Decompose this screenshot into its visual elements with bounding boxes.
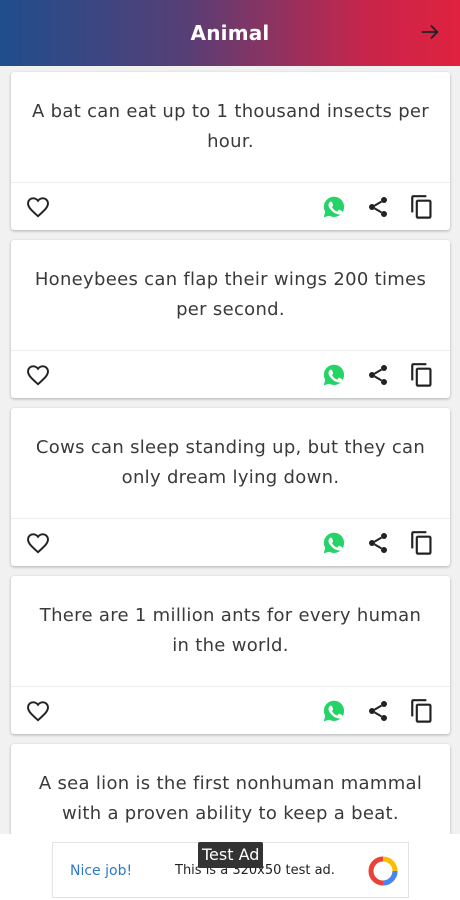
fact-card: Honeybees can flap their wings 200 times… <box>11 240 450 398</box>
like-button[interactable] <box>24 361 52 389</box>
whatsapp-icon <box>323 532 345 554</box>
fact-text: Cows can sleep standing up, but they can… <box>35 437 426 488</box>
whatsapp-share-button[interactable] <box>320 361 348 389</box>
fact-card: A sea lion is the first nonhuman mammal … <box>11 744 450 834</box>
fact-text: A sea lion is the first nonhuman mammal … <box>38 773 423 824</box>
arrow-right-icon <box>421 24 439 40</box>
fact-text: There are 1 million ants for every human… <box>39 605 422 656</box>
test-ad-label: Test Ad <box>198 842 264 868</box>
fact-text: A bat can eat up to 1 thousand insects p… <box>32 101 429 152</box>
fact-card: Cows can sleep standing up, but they can… <box>11 408 450 566</box>
page-title: Animal <box>190 21 270 45</box>
next-category-button[interactable] <box>418 20 442 44</box>
share-button[interactable] <box>364 697 392 725</box>
share-button[interactable] <box>364 193 392 221</box>
copy-button[interactable] <box>408 529 436 557</box>
whatsapp-icon <box>323 700 345 722</box>
copy-button[interactable] <box>408 361 436 389</box>
like-button[interactable] <box>24 529 52 557</box>
heart-icon <box>27 197 49 218</box>
whatsapp-icon <box>323 364 345 386</box>
copy-button[interactable] <box>408 697 436 725</box>
ad-headline[interactable]: Nice job! <box>70 863 132 879</box>
like-button[interactable] <box>24 697 52 725</box>
card-actions <box>11 518 450 566</box>
copy-icon <box>411 531 432 555</box>
share-icon <box>369 365 387 385</box>
card-actions <box>11 686 450 734</box>
whatsapp-share-button[interactable] <box>320 697 348 725</box>
heart-icon <box>27 533 49 554</box>
whatsapp-share-button[interactable] <box>320 193 348 221</box>
fact-card: A bat can eat up to 1 thousand insects p… <box>11 72 450 230</box>
heart-icon <box>27 365 49 386</box>
facts-feed[interactable]: A bat can eat up to 1 thousand insects p… <box>0 66 460 834</box>
copy-icon <box>411 195 432 219</box>
whatsapp-icon <box>323 196 345 218</box>
fact-card: There are 1 million ants for every human… <box>11 576 450 734</box>
like-button[interactable] <box>24 193 52 221</box>
card-actions <box>11 182 450 230</box>
share-icon <box>369 197 387 217</box>
copy-icon <box>411 699 432 723</box>
copy-button[interactable] <box>408 193 436 221</box>
fact-text: Honeybees can flap their wings 200 times… <box>34 269 427 320</box>
share-icon <box>369 701 387 721</box>
copy-icon <box>411 363 432 387</box>
whatsapp-share-button[interactable] <box>320 529 348 557</box>
share-icon <box>369 533 387 553</box>
heart-icon <box>27 701 49 722</box>
card-actions <box>11 350 450 398</box>
share-button[interactable] <box>364 529 392 557</box>
ad-choices-logo-icon[interactable] <box>368 856 398 886</box>
app-bar: Animal <box>0 0 460 66</box>
share-button[interactable] <box>364 361 392 389</box>
